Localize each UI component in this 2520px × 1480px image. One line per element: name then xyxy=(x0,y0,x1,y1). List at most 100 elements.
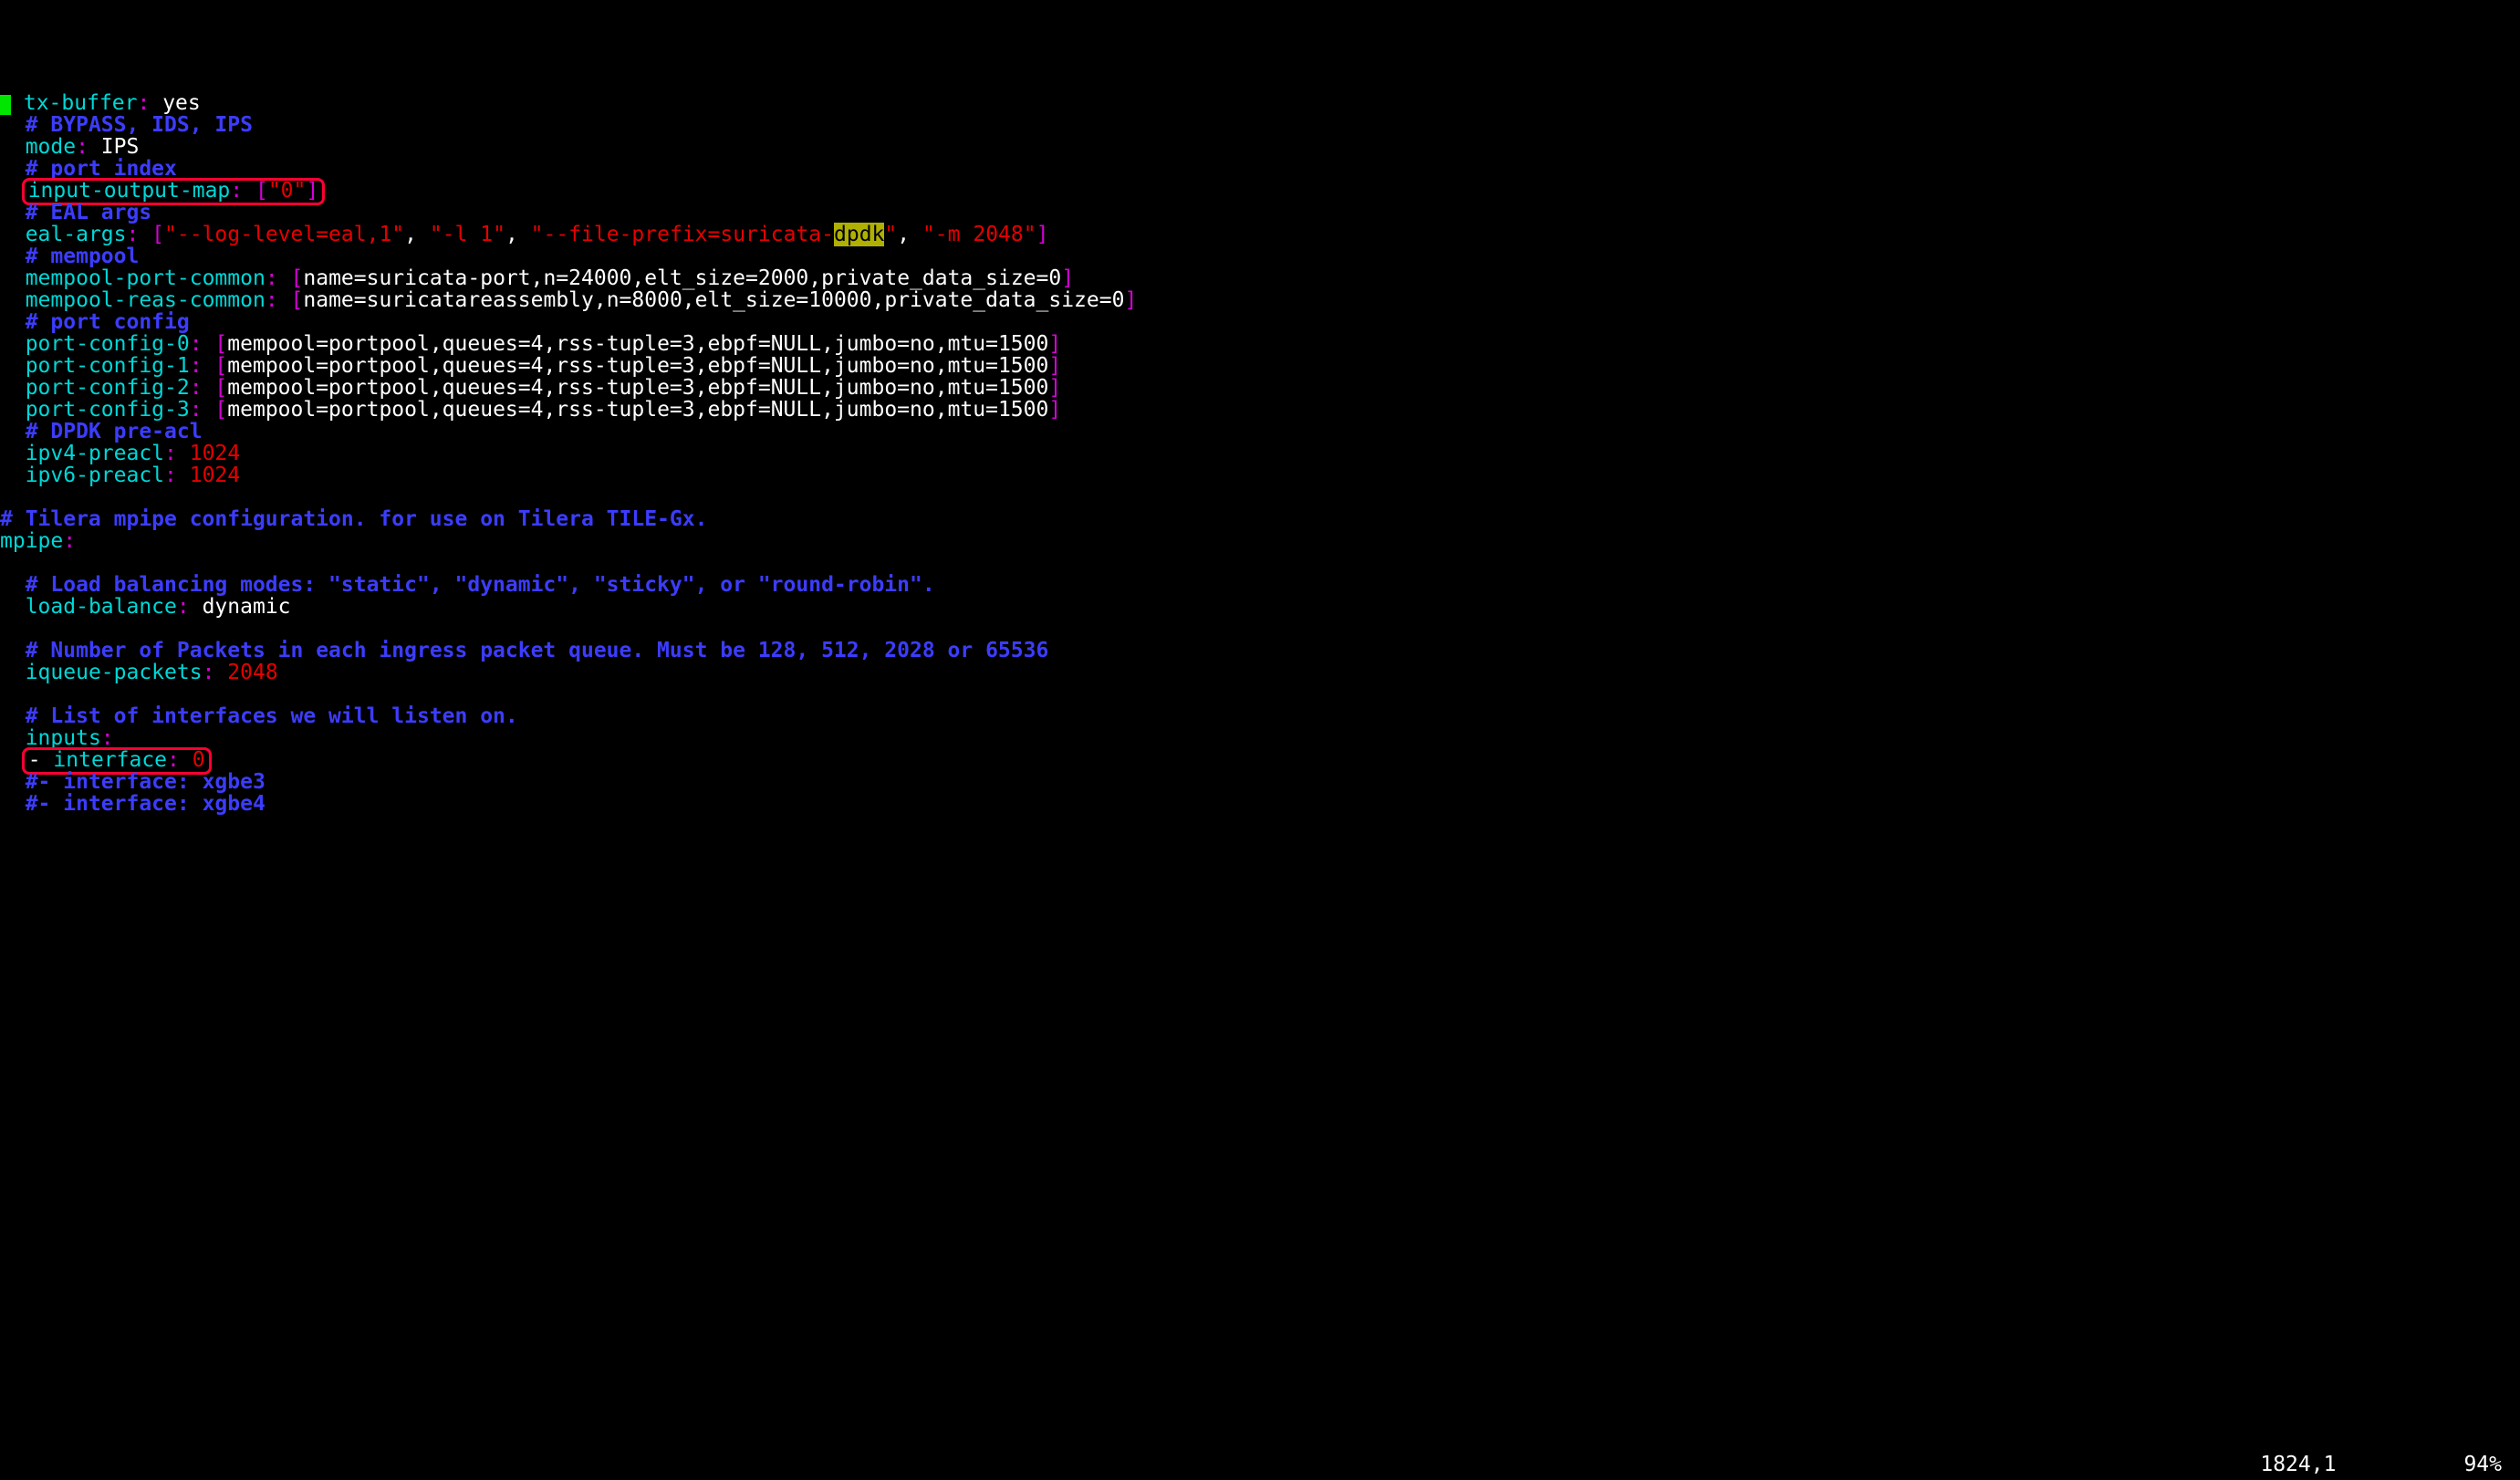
code-line[interactable]: # List of interfaces we will listen on. xyxy=(0,706,2520,728)
code-line[interactable]: #- interface: xgbe4 xyxy=(0,794,2520,816)
yaml-key: load-balance xyxy=(26,595,177,619)
code-line[interactable]: tx-buffer: yes xyxy=(0,93,2520,115)
yaml-comment: #- interface: xgbe4 xyxy=(26,792,266,816)
yaml-value-fragment: "0" xyxy=(268,179,307,203)
code-line[interactable]: iqueue-packets: 2048 xyxy=(0,662,2520,684)
yaml-value-fragment: mempool=portpool,queues=4,rss-tuple=3,eb… xyxy=(227,332,1048,356)
code-line[interactable]: inputs: xyxy=(0,728,2520,750)
yaml-value-fragment: name=suricata-port,n=24000,elt_size=2000… xyxy=(303,266,1061,290)
code-line[interactable] xyxy=(0,619,2520,641)
code-line[interactable]: mempool-reas-common: [name=suricatareass… xyxy=(0,290,2520,312)
yaml-key: mempool-reas-common xyxy=(26,288,266,312)
code-line[interactable]: mpipe: xyxy=(0,531,2520,553)
yaml-comment: #- interface: xgbe3 xyxy=(26,770,266,794)
yaml-key: ipv6-preacl xyxy=(26,464,164,487)
code-line[interactable]: # Load balancing modes: "static", "dynam… xyxy=(0,575,2520,597)
bracket-open: [ xyxy=(214,332,227,356)
yaml-colon: : xyxy=(164,442,190,465)
code-line[interactable]: # DPDK pre-acl xyxy=(0,422,2520,443)
code-line[interactable]: # mempool xyxy=(0,246,2520,268)
bracket-open: [ xyxy=(151,223,164,246)
bracket-close: ] xyxy=(1036,223,1049,246)
yaml-value: 2048 xyxy=(227,661,277,684)
code-line[interactable]: #- interface: xgbe3 xyxy=(0,772,2520,794)
file-percent: 94% xyxy=(2463,1454,2502,1476)
code-line[interactable]: input-output-map: ["0"] xyxy=(0,181,2520,203)
yaml-value: 0 xyxy=(193,748,205,772)
code-line[interactable]: eal-args: ["--log-level=eal,1", "-l 1", … xyxy=(0,224,2520,246)
code-line[interactable]: ipv4-preacl: 1024 xyxy=(0,443,2520,465)
bracket-open: [ xyxy=(291,266,304,290)
yaml-value-fragment: mempool=portpool,queues=4,rss-tuple=3,eb… xyxy=(227,376,1048,400)
code-line[interactable]: load-balance: dynamic xyxy=(0,597,2520,619)
yaml-colon: : xyxy=(190,376,215,400)
yaml-key: tx-buffer xyxy=(24,91,138,115)
code-line[interactable] xyxy=(0,553,2520,575)
bracket-open: [ xyxy=(255,179,268,203)
code-line[interactable] xyxy=(0,487,2520,509)
code-line[interactable]: ipv6-preacl: 1024 xyxy=(0,465,2520,487)
code-line[interactable]: port-config-0: [mempool=portpool,queues=… xyxy=(0,334,2520,356)
yaml-value-fragment: "-m 2048" xyxy=(922,223,1036,246)
cursor-position: 1824,1 xyxy=(2260,1454,2336,1476)
yaml-value-fragment: name=suricatareassembly,n=8000,elt_size=… xyxy=(303,288,1124,312)
code-line[interactable]: # Number of Packets in each ingress pack… xyxy=(0,641,2520,662)
yaml-comment: # Tilera mpipe configuration. for use on… xyxy=(0,507,707,531)
yaml-key: port-config-3 xyxy=(26,398,190,422)
code-line[interactable]: - interface: 0 xyxy=(0,750,2520,772)
yaml-comment: # Load balancing modes: "static", "dynam… xyxy=(26,573,935,597)
yaml-value: 1024 xyxy=(190,442,240,465)
yaml-value-fragment: "--file-prefix=suricata- xyxy=(531,223,834,246)
bracket-close: ] xyxy=(306,179,318,203)
yaml-key: ipv4-preacl xyxy=(26,442,164,465)
yaml-key: interface xyxy=(53,748,167,772)
yaml-value-fragment: , xyxy=(897,223,922,246)
yaml-value-fragment: "-l 1" xyxy=(430,223,505,246)
yaml-key: port-config-2 xyxy=(26,376,190,400)
yaml-value: yes xyxy=(162,91,201,115)
yaml-value-fragment: "--log-level=eal,1" xyxy=(164,223,404,246)
bracket-open: [ xyxy=(214,376,227,400)
yaml-colon: : xyxy=(101,726,114,750)
yaml-key: mpipe xyxy=(0,529,63,553)
yaml-value-fragment: mempool=portpool,queues=4,rss-tuple=3,eb… xyxy=(227,354,1048,378)
code-line[interactable]: # Tilera mpipe configuration. for use on… xyxy=(0,509,2520,531)
yaml-value: IPS xyxy=(101,135,140,159)
bracket-close: ] xyxy=(1048,354,1061,378)
yaml-value-fragment: mempool=portpool,queues=4,rss-tuple=3,eb… xyxy=(227,398,1048,422)
code-line[interactable]: port-config-1: [mempool=portpool,queues=… xyxy=(0,356,2520,378)
code-line[interactable]: # BYPASS, IDS, IPS xyxy=(0,115,2520,137)
yaml-comment: # mempool xyxy=(26,245,140,268)
yaml-colon: : xyxy=(126,223,151,246)
code-line[interactable] xyxy=(0,684,2520,706)
bracket-open: [ xyxy=(291,288,304,312)
bracket-close: ] xyxy=(1124,288,1137,312)
yaml-colon: : xyxy=(177,595,203,619)
code-line[interactable]: # port index xyxy=(0,159,2520,181)
bracket-close: ] xyxy=(1048,376,1061,400)
code-line[interactable]: port-config-2: [mempool=portpool,queues=… xyxy=(0,378,2520,400)
bracket-open: [ xyxy=(214,398,227,422)
editor-viewport[interactable]: tx-buffer: yes # BYPASS, IDS, IPS mode: … xyxy=(0,88,2520,816)
bracket-close: ] xyxy=(1048,332,1061,356)
bracket-close: ] xyxy=(1048,398,1061,422)
code-line[interactable]: mode: IPS xyxy=(0,137,2520,159)
yaml-key: eal-args xyxy=(26,223,127,246)
yaml-colon: : xyxy=(266,288,291,312)
code-line[interactable]: mempool-port-common: [name=suricata-port… xyxy=(0,268,2520,290)
yaml-key: iqueue-packets xyxy=(26,661,203,684)
vim-status-bar: 1824,1 94% xyxy=(0,1454,2520,1476)
yaml-colon: : xyxy=(230,179,255,203)
yaml-colon: : xyxy=(137,91,162,115)
yaml-colon: : xyxy=(76,135,101,159)
yaml-comment: # EAL args xyxy=(26,201,151,224)
bracket-open: [ xyxy=(214,354,227,378)
yaml-list-dash: - xyxy=(28,748,54,772)
yaml-comment: # Number of Packets in each ingress pack… xyxy=(26,639,1049,662)
code-line[interactable]: # EAL args xyxy=(0,203,2520,224)
yaml-value-fragment: " xyxy=(884,223,897,246)
yaml-key: port-config-1 xyxy=(26,354,190,378)
code-line[interactable]: # port config xyxy=(0,312,2520,334)
yaml-value-fragment: dpdk xyxy=(834,223,884,246)
code-line[interactable]: port-config-3: [mempool=portpool,queues=… xyxy=(0,400,2520,422)
